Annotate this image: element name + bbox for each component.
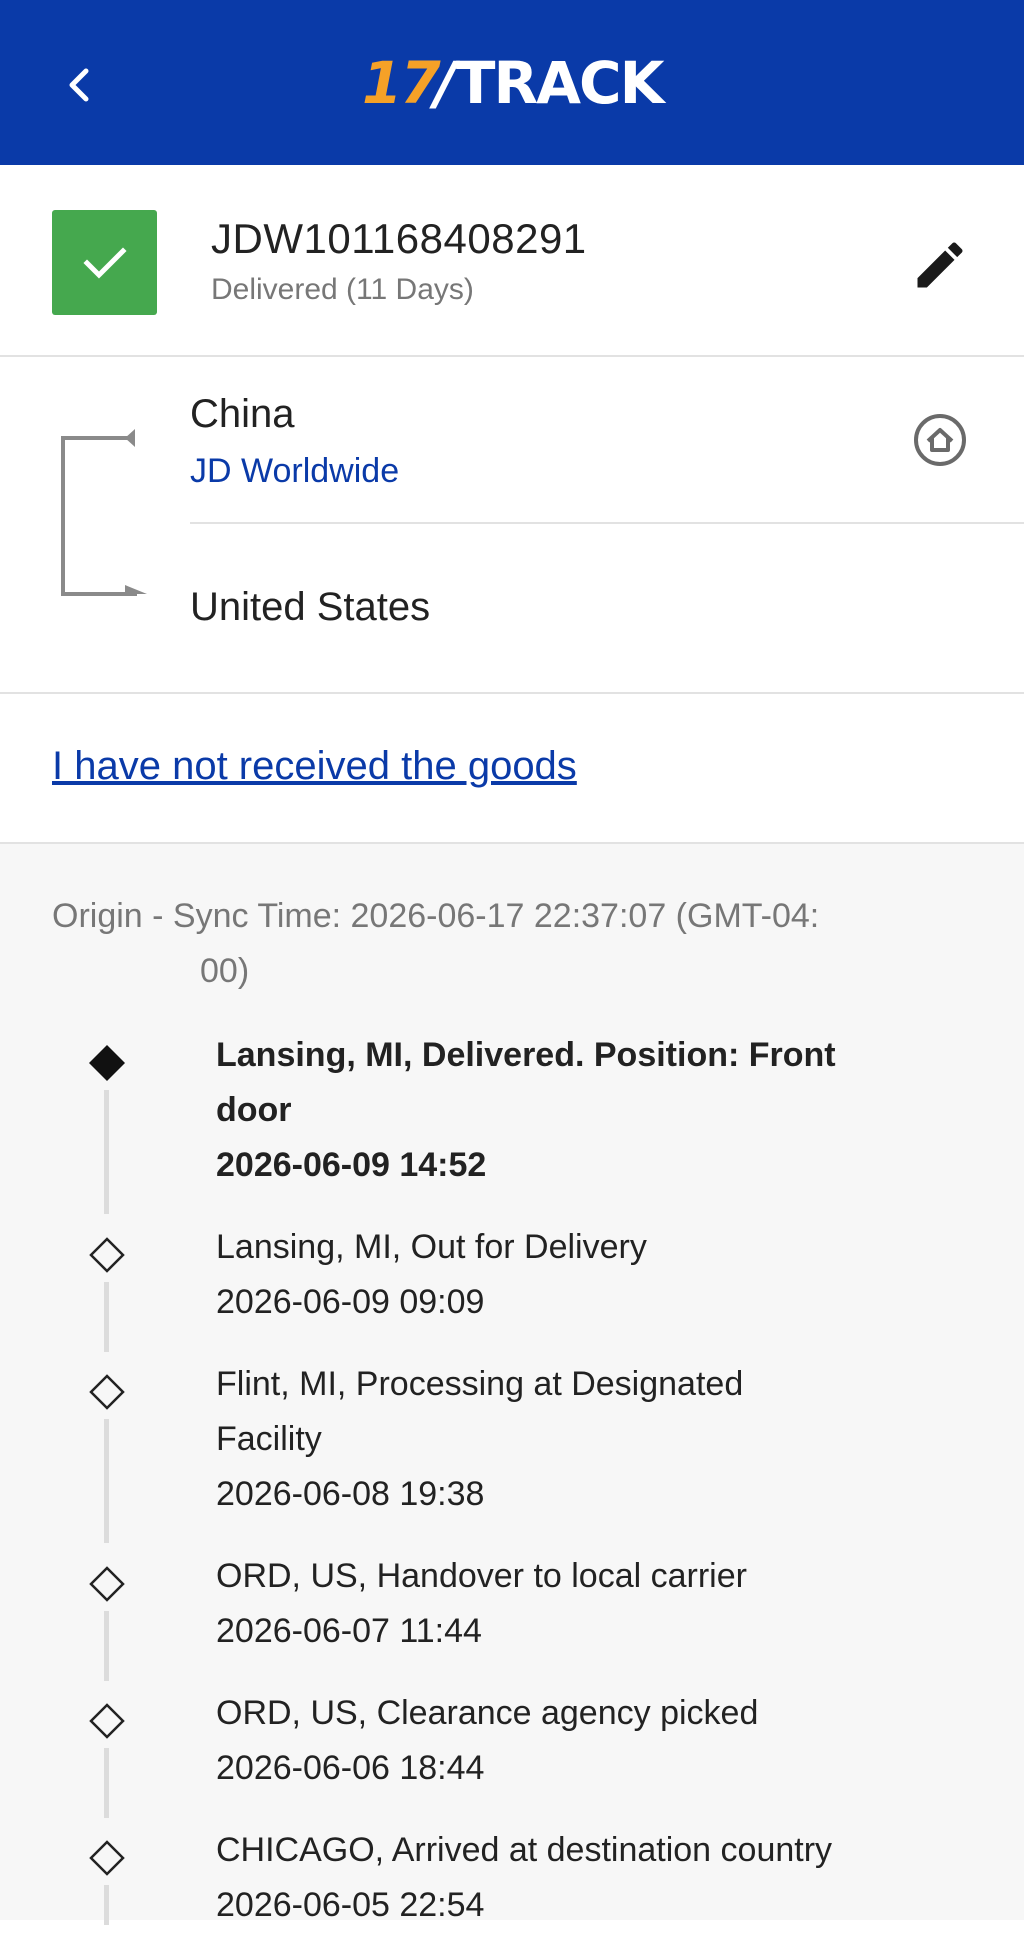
timeline-line (104, 1090, 109, 1214)
event-time: 2026-06-06 18:44 (216, 1749, 485, 1787)
timeline-line (104, 1419, 109, 1543)
pencil-icon (917, 242, 963, 288)
event-description: Lansing, MI, Delivered. Position: Front (216, 1036, 836, 1074)
carrier-link[interactable]: JD Worldwide (190, 452, 399, 491)
logo-slash: / (434, 49, 456, 117)
event-description: CHICAGO, Arrived at destination country (216, 1831, 833, 1869)
carrier-home-button[interactable] (912, 412, 968, 468)
event-time: 2026-06-07 11:44 (216, 1612, 482, 1650)
not-received-link[interactable]: I have not received the goods (52, 744, 577, 789)
status-badge (52, 210, 157, 315)
destination-country: United States (190, 585, 431, 629)
tracking-number: JDW101168408291 (211, 215, 587, 262)
hollow-diamond-icon (89, 1703, 125, 1739)
event-description-cont: door (216, 1091, 292, 1129)
event-description-cont: Facility (216, 1420, 322, 1458)
event-time: 2026-06-05 22:54 (216, 1886, 485, 1924)
back-button[interactable] (56, 60, 100, 110)
logo-number: 17 (362, 49, 441, 117)
event-description: Lansing, MI, Out for Delivery (216, 1228, 647, 1266)
edit-button[interactable] (910, 235, 970, 295)
tracking-events: Origin - Sync Time: 2026-06-17 22:37:07 … (0, 844, 1024, 1925)
route-arrow-icon (61, 429, 147, 596)
checkmark-icon (82, 246, 127, 279)
route-divider (190, 522, 1024, 524)
app-logo: 17 / TRACK (362, 48, 665, 118)
filled-diamond-icon (89, 1045, 125, 1081)
event-time: 2026-06-09 14:52 (216, 1146, 487, 1184)
not-received-section: I have not received the goods (0, 694, 1024, 844)
timeline-line (104, 1885, 109, 1925)
timeline-line (104, 1611, 109, 1681)
event-time: 2026-06-09 09:09 (216, 1283, 485, 1321)
event-description: ORD, US, Clearance agency picked (216, 1694, 759, 1732)
hollow-diamond-icon (89, 1237, 125, 1273)
event-description: ORD, US, Handover to local carrier (216, 1557, 747, 1595)
sync-time-label-cont: 00) (200, 952, 250, 990)
package-summary: JDW101168408291 Delivered (11 Days) (0, 165, 1024, 357)
origin-country: China (190, 392, 295, 436)
home-circle-icon (914, 414, 966, 466)
app-header: 17 / TRACK (0, 0, 1024, 165)
timeline-line (104, 1748, 109, 1818)
delivery-status: Delivered (11 Days) (211, 273, 474, 306)
hollow-diamond-icon (89, 1374, 125, 1410)
timeline-line (104, 1282, 109, 1352)
back-chevron-icon (69, 68, 89, 102)
sync-time-label: Origin - Sync Time: 2026-06-17 22:37:07 … (52, 897, 820, 935)
hollow-diamond-icon (89, 1566, 125, 1602)
sync-time: Origin - Sync Time: 2026-06-17 22:37:07 … (52, 889, 982, 999)
logo-word: TRACK (455, 49, 665, 117)
event-description: Flint, MI, Processing at Designated (216, 1365, 744, 1403)
route-section: China JD Worldwide United States (0, 357, 1024, 694)
event-time: 2026-06-08 19:38 (216, 1475, 485, 1513)
hollow-diamond-icon (89, 1840, 125, 1876)
